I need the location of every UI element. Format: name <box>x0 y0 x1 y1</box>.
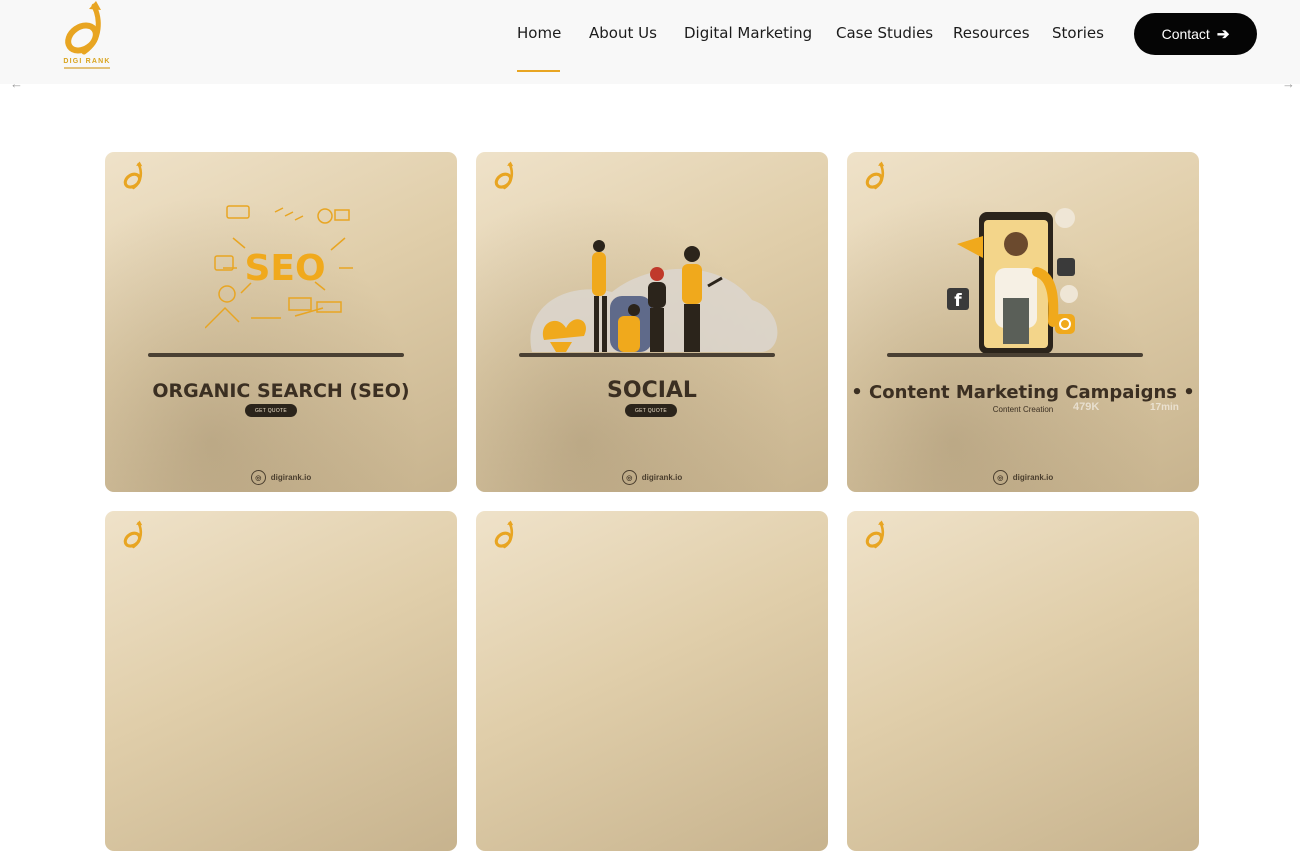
card-divider <box>148 353 404 357</box>
digirank-logo-icon <box>865 161 885 190</box>
brand-name: DIGI RANK <box>63 58 111 65</box>
arrow-right-icon[interactable]: → <box>1282 76 1295 91</box>
brand-logo[interactable]: DIGI RANK <box>56 0 118 72</box>
card-title: ORGANIC SEARCH (SEO) <box>152 380 410 402</box>
stat-duration: 17min <box>1150 402 1179 413</box>
digirank-logo-icon <box>123 520 143 549</box>
nav-active-indicator <box>517 70 560 72</box>
nav-digital-marketing[interactable]: Digital Marketing <box>684 24 812 42</box>
globe-icon: ◎ <box>621 470 637 485</box>
service-card-content-marketing[interactable]: f • Content Marketing Campaigns • Conten… <box>847 152 1199 492</box>
digirank-logo-icon <box>65 1 101 55</box>
seo-illustration-text: SEO <box>244 248 325 289</box>
digirank-logo-icon <box>123 161 143 190</box>
card-footer: ◎ digirank.io <box>476 470 828 485</box>
digirank-logo-icon <box>494 520 514 549</box>
card-footer: ◎ digirank.io <box>847 470 1199 485</box>
card-footer-domain: digirank.io <box>641 473 683 482</box>
get-quote-button[interactable]: GET QUOTE <box>245 404 297 417</box>
card-subtitle: Content Creation <box>992 405 1054 414</box>
service-card-row2-3[interactable] <box>847 511 1199 851</box>
contact-button[interactable]: Contact ➔ <box>1134 13 1257 55</box>
digirank-logo-icon <box>865 520 885 549</box>
arrow-right-icon: ➔ <box>1216 26 1230 43</box>
globe-icon: ◎ <box>992 470 1008 485</box>
card-footer-domain: digirank.io <box>270 473 312 482</box>
nav-resources[interactable]: Resources <box>953 24 1030 42</box>
social-illustration <box>530 240 778 352</box>
nav-case-studies[interactable]: Case Studies <box>836 24 933 42</box>
svg-text:f: f <box>954 291 962 311</box>
card-footer-domain: digirank.io <box>1012 473 1054 482</box>
nav-about-us[interactable]: About Us <box>589 24 657 42</box>
nav-stories[interactable]: Stories <box>1052 24 1104 42</box>
site-header: DIGI RANK Home About Us Digital Marketin… <box>0 0 1300 84</box>
card-title: SOCIAL <box>607 378 697 403</box>
content-marketing-illustration: f <box>947 208 1078 354</box>
seo-illustration: SEO <box>205 205 353 329</box>
contact-button-label: Contact <box>1161 26 1210 42</box>
arrow-left-icon[interactable]: ← <box>10 76 23 91</box>
service-card-row2-2[interactable] <box>476 511 828 851</box>
twitter-icon <box>1057 258 1075 276</box>
nav-home[interactable]: Home <box>517 24 561 42</box>
globe-icon: ◎ <box>250 470 266 485</box>
stat-views: 479K <box>1073 401 1100 413</box>
brand-tagline-bar <box>64 67 110 69</box>
card-divider <box>887 353 1143 357</box>
card-divider <box>519 353 775 357</box>
service-card-social[interactable]: SOCIAL GET QUOTE ◎ digirank.io <box>476 152 828 492</box>
get-quote-button[interactable]: GET QUOTE <box>625 404 677 417</box>
service-card-row2-1[interactable] <box>105 511 457 851</box>
service-card-seo[interactable]: SEO ORGANIC SEARCH (SEO) GET QUOTE ◎ dig… <box>105 152 457 492</box>
digirank-logo-icon <box>494 161 514 190</box>
card-footer: ◎ digirank.io <box>105 470 457 485</box>
card-title: • Content Marketing Campaigns • <box>851 382 1195 403</box>
instagram-icon <box>1055 314 1075 334</box>
